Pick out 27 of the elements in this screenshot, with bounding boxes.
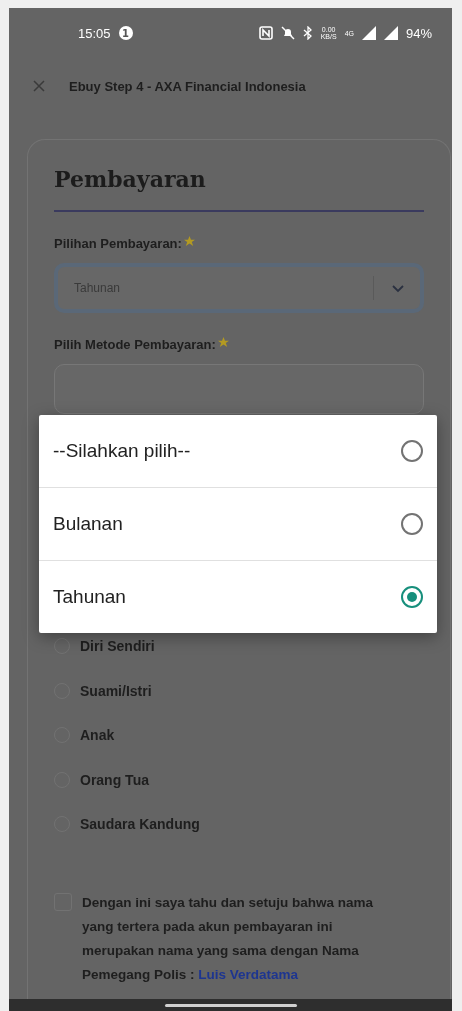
method-select[interactable] [54, 364, 424, 414]
radio-button[interactable] [401, 440, 423, 462]
radio-label: Orang Tua [80, 771, 149, 788]
battery-level: 94% [405, 25, 432, 41]
signal-icon [383, 26, 398, 40]
radio-button[interactable] [401, 586, 423, 608]
radio-label: Anak [80, 727, 115, 744]
dialog-option[interactable]: Tahunan [39, 560, 437, 633]
radio-label: Saudara Kandung [80, 816, 200, 833]
dialog-option[interactable]: Bulanan [39, 487, 437, 560]
agreement-text: Dengan ini saya tahu dan setuju bahwa nama yang tertera pada akun pembayaran ini merupakan nama yang sama dengan Nama Pemegang Polis : Luis Verdatama [82, 893, 375, 984]
dialog-option[interactable]: --Silahkan pilih-- [39, 415, 437, 487]
bluetooth-icon [302, 26, 313, 40]
field-label: Pilih Metode Pembayaran: [54, 337, 216, 352]
signal-icon [361, 26, 376, 40]
status-time: 15:05 [78, 25, 111, 41]
muted-bell-icon [280, 26, 295, 40]
field-label: Pilihan Pembayaran: [54, 236, 182, 251]
radio-button[interactable] [401, 513, 423, 535]
radio-label: Suami/Istri [80, 682, 152, 699]
radio-label: Diri Sendiri [80, 638, 155, 655]
nfc-icon [258, 26, 273, 40]
page-title: Ebuy Step 4 - AXA Financial Indonesia [69, 78, 306, 94]
section-heading: Pembayaran [54, 166, 424, 212]
close-icon[interactable] [33, 80, 45, 92]
notification-count-badge: 1 [118, 26, 133, 40]
home-handle[interactable] [164, 1003, 297, 1007]
